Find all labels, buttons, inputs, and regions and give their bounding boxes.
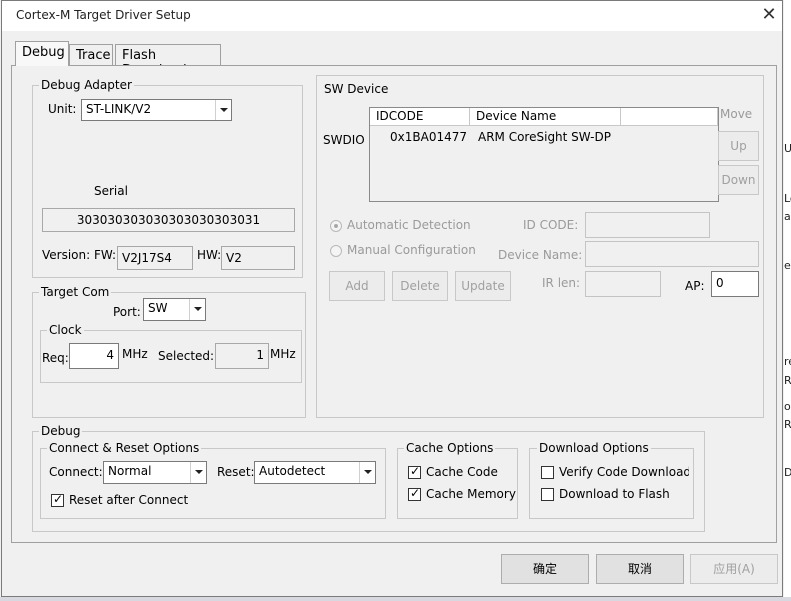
clock-label: Clock — [47, 323, 84, 337]
hw-label: HW: — [197, 248, 222, 262]
selected-unit: MHz — [270, 347, 296, 361]
fw-version-field: V2J17S4 — [117, 246, 193, 270]
chevron-down-icon[interactable] — [189, 299, 205, 320]
tab-flash-download[interactable]: Flash Download — [115, 44, 221, 78]
tab-trace[interactable]: Trace — [69, 44, 113, 66]
device-name-input[interactable] — [585, 241, 759, 267]
cache-options-label: Cache Options — [404, 441, 496, 455]
manual-configuration-radio[interactable] — [330, 245, 342, 257]
download-options-group — [529, 448, 694, 519]
row-device-name: ARM CoreSight SW-DP — [478, 130, 611, 144]
target-com-label: Target Com — [39, 285, 112, 299]
req-input[interactable]: 4 — [69, 343, 119, 369]
verify-code-download-label: Verify Code Download — [559, 465, 689, 479]
req-unit: MHz — [122, 347, 148, 361]
window-title: Cortex-M Target Driver Setup — [16, 8, 191, 22]
tab-label: Trace — [76, 48, 111, 63]
background-text: Us — [784, 142, 791, 155]
tab-debug[interactable]: Debug — [15, 41, 69, 66]
selected-label: Selected: — [158, 349, 215, 363]
background-taskbar — [0, 597, 791, 601]
background-text: R — [784, 418, 791, 431]
column-header-device-name[interactable]: Device Name — [470, 108, 621, 126]
cache-code-label: Cache Code — [426, 465, 498, 479]
port-label: Port: — [113, 305, 141, 319]
delete-button[interactable]: Delete — [392, 271, 448, 301]
reset-after-connect-label: Reset after Connect — [69, 493, 189, 507]
dialog-window: Cortex-M Target Driver Setup ✕ Debug Tra… — [1, 0, 783, 597]
sw-device-label: SW Device — [322, 82, 391, 96]
reset-value: Autodetect — [259, 464, 326, 478]
cache-memory-label: Cache Memory — [426, 487, 516, 501]
background-text: De — [784, 466, 791, 479]
selected-field: 1 — [215, 343, 269, 369]
update-button[interactable]: Update — [455, 271, 511, 301]
id-code-input[interactable] — [585, 212, 710, 238]
title-bar[interactable]: Cortex-M Target Driver Setup ✕ — [2, 1, 782, 31]
port-select[interactable]: SW — [143, 298, 206, 321]
serial-field: 303030303030303030303031 — [42, 208, 295, 232]
download-to-flash-checkbox[interactable] — [541, 488, 554, 501]
cancel-button[interactable]: 取消 — [596, 554, 684, 584]
background-text: R — [784, 374, 791, 387]
tab-label: Debug — [22, 45, 65, 60]
ir-len-input[interactable] — [585, 271, 661, 297]
background-text: og — [784, 400, 791, 413]
ok-button[interactable]: 确定 — [501, 554, 589, 584]
connect-label: Connect: — [49, 465, 103, 479]
swdio-label: SWDIO — [323, 133, 365, 147]
close-icon[interactable]: ✕ — [758, 4, 780, 26]
reset-label: Reset: — [217, 465, 255, 479]
hw-version-field: V2 — [221, 246, 295, 270]
table-row[interactable]: 0x1BA01477 ARM CoreSight SW-DP — [370, 128, 718, 146]
background-text: ali — [784, 210, 791, 223]
reset-select[interactable]: Autodetect — [254, 461, 376, 484]
cache-memory-checkbox[interactable] — [408, 486, 421, 501]
cache-code-checkbox[interactable] — [408, 464, 421, 479]
port-value: SW — [148, 301, 168, 315]
ap-input[interactable]: 0 — [711, 271, 759, 297]
ap-label: AP: — [685, 279, 705, 293]
chevron-down-icon[interactable] — [359, 462, 375, 483]
unit-value: ST-LINK/V2 — [86, 102, 152, 116]
unit-select[interactable]: ST-LINK/V2 — [81, 99, 232, 121]
version-fw-label: Version: FW: — [42, 248, 117, 262]
manual-configuration-label: Manual Configuration — [347, 243, 476, 257]
move-up-button[interactable]: Up — [718, 131, 759, 161]
download-to-flash-label: Download to Flash — [559, 487, 670, 501]
chevron-down-icon[interactable] — [215, 100, 231, 120]
connect-select[interactable]: Normal — [103, 461, 207, 484]
verify-code-download-checkbox[interactable] — [541, 466, 554, 479]
apply-button[interactable]: 应用(A) — [690, 554, 778, 584]
background-window — [784, 0, 791, 601]
id-code-label: ID CODE: — [523, 218, 579, 232]
connect-value: Normal — [108, 464, 152, 478]
unit-label: Unit: — [48, 102, 77, 116]
automatic-detection-radio[interactable] — [330, 220, 342, 232]
ir-len-label: IR len: — [542, 276, 581, 290]
cache-options-group — [397, 448, 518, 519]
req-label: Req: — [42, 351, 69, 365]
download-options-label: Download Options — [537, 441, 651, 455]
reset-after-connect-checkbox[interactable] — [51, 492, 64, 507]
tab-panel-debug: Debug Adapter Unit: ST-LINK/V2 Serial 30… — [11, 65, 777, 543]
sw-device-table[interactable]: IDCODE Device Name 0x1BA01477 ARM CoreSi… — [369, 107, 719, 202]
background-text: re — [784, 355, 791, 368]
column-header-empty — [621, 108, 718, 126]
debug-adapter-label: Debug Adapter — [39, 78, 134, 92]
add-button[interactable]: Add — [329, 271, 385, 301]
background-text: es — [784, 259, 791, 272]
column-header-idcode[interactable]: IDCODE — [370, 108, 470, 126]
move-label: Move — [720, 107, 753, 121]
row-idcode: 0x1BA01477 — [390, 130, 467, 144]
automatic-detection-label: Automatic Detection — [347, 218, 471, 232]
serial-label: Serial — [94, 184, 128, 198]
debug-group-label: Debug — [39, 424, 83, 438]
device-name-label: Device Name: — [498, 248, 583, 262]
background-text: Lo — [784, 192, 791, 205]
chevron-down-icon[interactable] — [190, 462, 206, 483]
connect-reset-label: Connect & Reset Options — [47, 441, 202, 455]
move-down-button[interactable]: Down — [718, 165, 759, 195]
